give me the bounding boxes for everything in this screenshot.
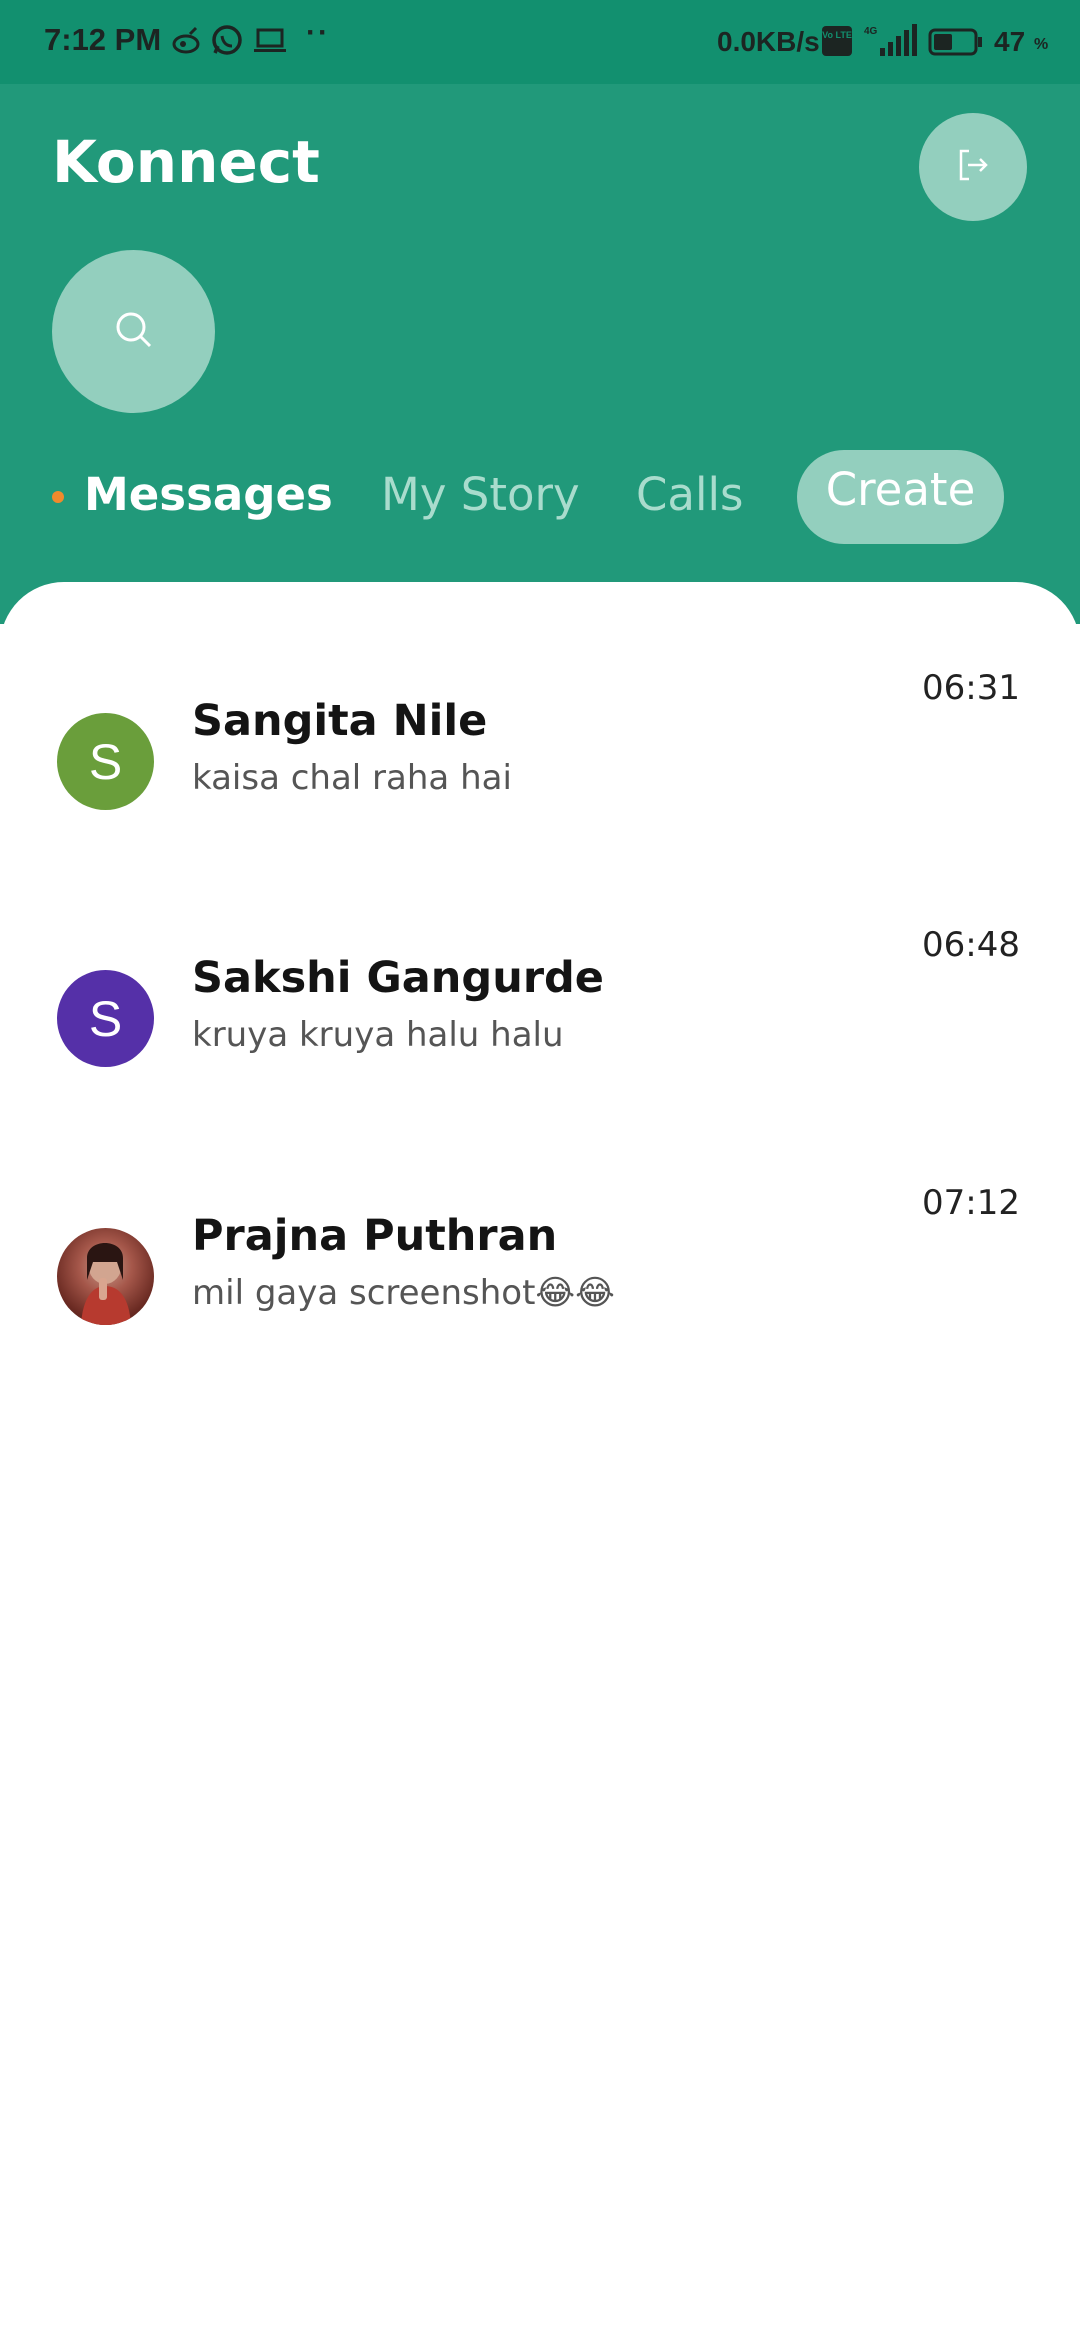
battery-unit: %	[1034, 36, 1049, 53]
chat-last-message: kruya kruya halu halu	[192, 1015, 564, 1055]
chat-row[interactable]: Prajna Puthran mil gaya screenshot😂😂 07:…	[0, 1183, 1080, 1383]
network-type: 4G	[864, 26, 878, 37]
status-time: 7:12 PM	[44, 22, 162, 57]
chat-row[interactable]: S Sangita Nile kaisa chal raha hai 06:31	[0, 668, 1080, 868]
active-tab-indicator	[52, 491, 64, 503]
signal-icon: 4G	[862, 24, 922, 58]
search-button[interactable]	[52, 250, 215, 413]
avatar-photo	[57, 1228, 154, 1325]
volte-icon: Vo LTE	[822, 26, 852, 56]
more-notifications: ··	[306, 16, 330, 49]
app-header: Konnect Messages My Story Calls Create	[0, 84, 1080, 624]
tab-bar: Messages My Story Calls Create	[0, 450, 1080, 550]
tab-calls[interactable]: Calls	[636, 468, 743, 521]
chat-last-message: mil gaya screenshot😂😂	[192, 1273, 615, 1313]
avatar: S	[57, 970, 154, 1067]
status-bar: 7:12 PM ·· 0.0KB/s Vo LTE 4G 47 %	[0, 0, 1080, 84]
chat-time: 06:48	[922, 925, 1020, 965]
chat-list: S Sangita Nile kaisa chal raha hai 06:31…	[0, 582, 1080, 2340]
battery-level: 47	[994, 26, 1026, 57]
tab-create[interactable]: Create	[797, 450, 1004, 544]
network-speed: 0.0KB/s	[717, 26, 820, 57]
battery-icon	[928, 28, 984, 56]
tab-messages[interactable]: Messages	[84, 468, 333, 521]
app-title: Konnect	[52, 128, 320, 196]
chat-row[interactable]: S Sakshi Gangurde kruya kruya halu halu …	[0, 925, 1080, 1125]
chat-last-message: kaisa chal raha hai	[192, 758, 512, 798]
laptop-icon	[250, 20, 290, 60]
avatar: S	[57, 713, 154, 810]
chat-time: 07:12	[922, 1183, 1020, 1223]
tab-my-story[interactable]: My Story	[381, 468, 580, 521]
search-icon	[112, 308, 156, 356]
chat-name: Sangita Nile	[192, 696, 488, 746]
logout-button[interactable]	[919, 113, 1027, 221]
logout-icon	[953, 145, 993, 189]
chat-time: 06:31	[922, 668, 1020, 708]
chat-name: Prajna Puthran	[192, 1211, 558, 1261]
notification-icon	[166, 20, 206, 60]
whatsapp-icon	[207, 20, 247, 60]
chat-name: Sakshi Gangurde	[192, 953, 604, 1003]
